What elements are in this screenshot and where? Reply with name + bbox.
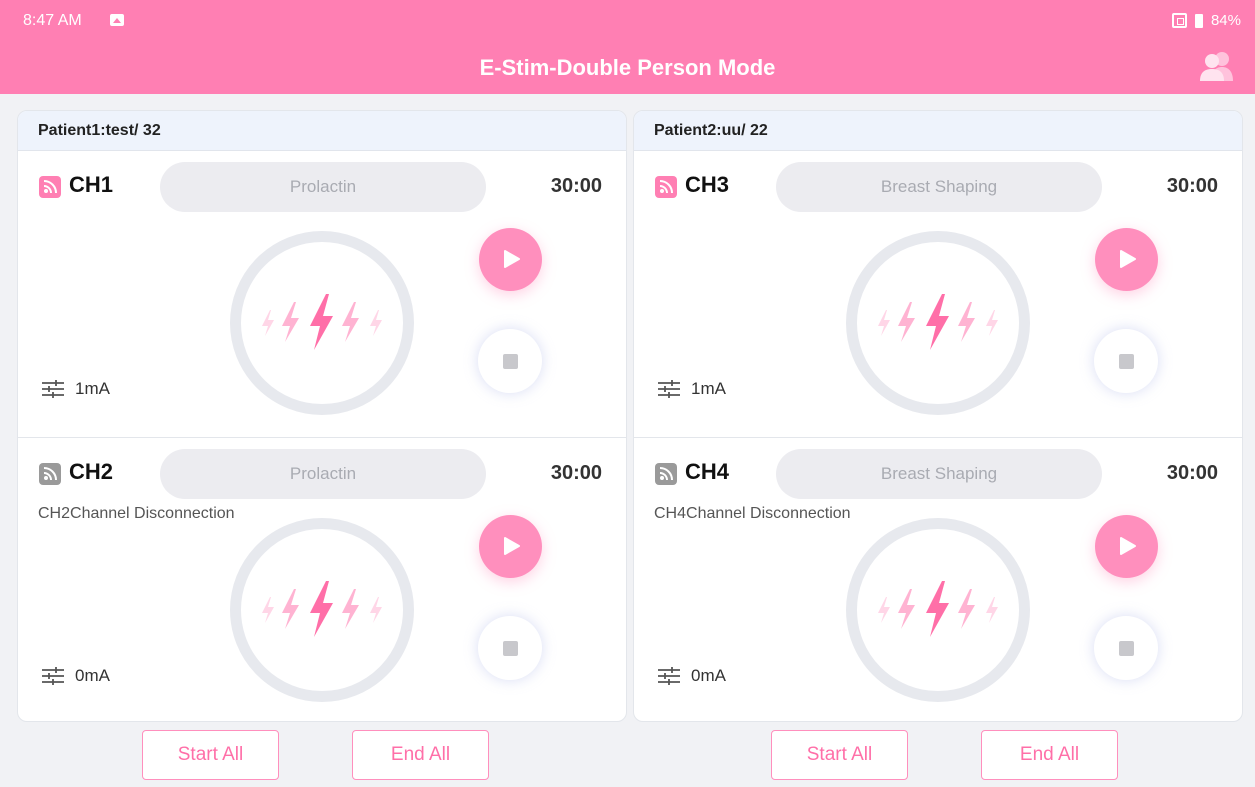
sliders-icon xyxy=(658,380,680,398)
channel-name: CH3 xyxy=(685,172,730,197)
lightning-icon xyxy=(262,581,382,637)
intensity-dial[interactable] xyxy=(846,518,1030,702)
channel-ch4: CH4 Breast Shaping 30:00 CH4Channel Disc… xyxy=(634,437,1242,721)
stop-button[interactable] xyxy=(1094,616,1158,680)
channel-timer: 30:00 xyxy=(1166,462,1218,484)
app-header: 8:47 AM 84% E-Stim-Double Person Mode xyxy=(0,0,1255,94)
status-time: 8:47 AM xyxy=(23,12,82,29)
users-icon[interactable] xyxy=(1199,50,1235,82)
stop-icon xyxy=(1119,641,1134,656)
patient2-label: Patient2:uu/ 22 xyxy=(634,111,1242,151)
channel-name: CH2 xyxy=(69,459,114,484)
stop-button[interactable] xyxy=(478,616,542,680)
end-all-button-patient1[interactable]: End All xyxy=(352,730,489,780)
mode-select[interactable]: Prolactin xyxy=(160,449,486,499)
lightning-icon xyxy=(878,581,998,637)
play-button[interactable] xyxy=(1095,228,1158,291)
current-control[interactable]: 1mA xyxy=(41,379,110,399)
lightning-icon xyxy=(262,294,382,350)
battery-icon xyxy=(1194,13,1203,28)
play-button[interactable] xyxy=(479,515,542,578)
play-icon xyxy=(1120,537,1136,555)
intensity-dial[interactable] xyxy=(230,231,414,415)
current-control[interactable]: 1mA xyxy=(657,379,726,399)
signal-icon xyxy=(39,463,61,485)
patient1-label: Patient1:test/ 32 xyxy=(18,111,626,151)
page-title: E-Stim-Double Person Mode xyxy=(479,55,776,80)
channel-name: CH4 xyxy=(685,459,730,484)
patient2-panel: Patient2:uu/ 22 CH3 Breast Shaping 30:00… xyxy=(633,110,1243,722)
disconnection-message: CH2Channel Disconnection xyxy=(38,505,235,522)
signal-icon xyxy=(655,176,677,198)
stop-icon xyxy=(1119,354,1134,369)
current-control[interactable]: 0mA xyxy=(657,666,726,686)
sliders-icon xyxy=(42,667,64,685)
sliders-icon xyxy=(42,380,64,398)
end-all-button-patient2[interactable]: End All xyxy=(981,730,1118,780)
mode-select[interactable]: Prolactin xyxy=(160,162,486,212)
current-value: 0mA xyxy=(691,666,726,685)
image-icon xyxy=(110,14,124,26)
current-control[interactable]: 0mA xyxy=(41,666,110,686)
intensity-dial[interactable] xyxy=(230,518,414,702)
battery-level: 84% xyxy=(1210,12,1241,29)
channel-name: CH1 xyxy=(69,172,114,197)
play-button[interactable] xyxy=(479,228,542,291)
lightning-icon xyxy=(878,294,998,350)
channel-timer: 30:00 xyxy=(550,175,602,197)
signal-icon xyxy=(655,463,677,485)
stop-button[interactable] xyxy=(478,329,542,393)
stop-button[interactable] xyxy=(1094,329,1158,393)
current-value: 1mA xyxy=(75,379,110,398)
current-value: 0mA xyxy=(75,666,110,685)
channel-ch3: CH3 Breast Shaping 30:00 1mA xyxy=(634,151,1242,437)
start-all-button-patient2[interactable]: Start All xyxy=(771,730,908,780)
play-button[interactable] xyxy=(1095,515,1158,578)
channel-timer: 30:00 xyxy=(1166,175,1218,197)
sliders-icon xyxy=(658,667,680,685)
channel-timer: 30:00 xyxy=(550,462,602,484)
channel-ch2: CH2 Prolactin 30:00 CH2Channel Disconnec… xyxy=(18,437,626,721)
play-icon xyxy=(1120,250,1136,268)
intensity-dial[interactable] xyxy=(846,231,1030,415)
mode-select[interactable]: Breast Shaping xyxy=(776,162,1102,212)
patient1-panel: Patient1:test/ 32 CH1 Prolactin 30:00 1m… xyxy=(17,110,627,722)
stop-icon xyxy=(503,354,518,369)
channel-ch1: CH1 Prolactin 30:00 1mA xyxy=(18,151,626,437)
play-icon xyxy=(504,537,520,555)
status-right: 84% xyxy=(1171,12,1241,29)
start-all-button-patient1[interactable]: Start All xyxy=(142,730,279,780)
mode-select[interactable]: Breast Shaping xyxy=(776,449,1102,499)
stop-icon xyxy=(503,641,518,656)
current-value: 1mA xyxy=(691,379,726,398)
vibrate-icon xyxy=(1171,13,1187,28)
disconnection-message: CH4Channel Disconnection xyxy=(654,505,851,522)
signal-icon xyxy=(39,176,61,198)
play-icon xyxy=(504,250,520,268)
